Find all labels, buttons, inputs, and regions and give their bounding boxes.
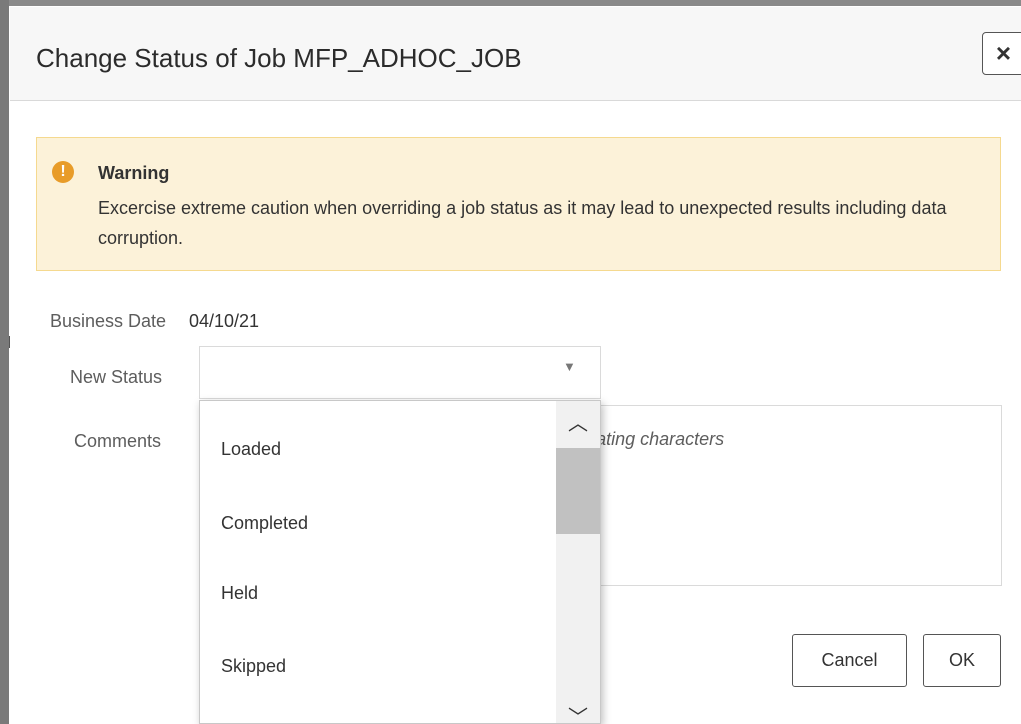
warning-title: Warning [98, 163, 170, 183]
dialog-title: Change Status of Job MFP_ADHOC_JOB [36, 43, 522, 73]
dropdown-option-completed[interactable]: Completed [221, 513, 308, 534]
dropdown-option-loaded[interactable]: Loaded [221, 439, 281, 460]
ok-button[interactable]: OK [923, 634, 1001, 687]
business-date-value: 04/10/21 [189, 311, 260, 331]
new-status-label: New Status [70, 367, 163, 387]
warning-banner: ! Warning Excercise extreme caution when… [36, 137, 1001, 271]
dropdown-option-skipped[interactable]: Skipped [221, 656, 286, 677]
chevron-down-icon[interactable]: ﹀ [556, 701, 600, 723]
dropdown-option-held[interactable]: Held [221, 583, 258, 604]
status-dropdown-list: Loaded Completed Held Skipped ︿ ﹀ [199, 400, 601, 724]
scrollbar-thumb[interactable] [556, 448, 600, 534]
backdrop-frame-top [0, 0, 1021, 6]
close-icon: × [995, 38, 1012, 68]
close-button[interactable]: × [982, 32, 1021, 75]
cancel-button[interactable]: Cancel [792, 634, 907, 687]
warning-message: Excercise extreme caution when overridin… [98, 198, 947, 248]
business-date-label: Business Date [50, 311, 167, 331]
warning-icon: ! [52, 161, 74, 183]
comments-label: Comments [74, 431, 162, 451]
backdrop-frame-left [0, 0, 9, 724]
dropdown-scrollbar[interactable]: ︿ ﹀ [556, 401, 600, 723]
chevron-up-icon[interactable]: ︿ [556, 407, 600, 436]
chevron-down-icon: ▼ [563, 359, 576, 374]
dialog-header: Change Status of Job MFP_ADHOC_JOB × [10, 7, 1021, 101]
new-status-select[interactable]: ▼ [199, 346, 601, 399]
change-status-dialog: Change Status of Job MFP_ADHOC_JOB × ! W… [10, 7, 1021, 724]
